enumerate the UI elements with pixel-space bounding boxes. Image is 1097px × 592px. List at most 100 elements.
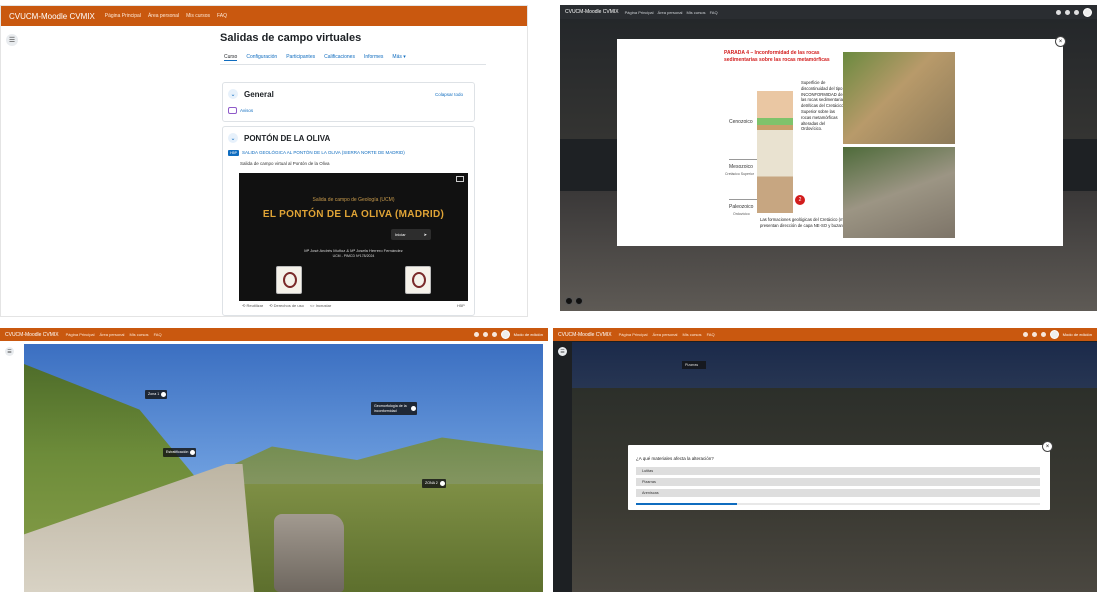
tabs-divider	[220, 64, 486, 65]
site-brand[interactable]: CVUCM-Moodle CVMIX	[5, 332, 59, 338]
embed-button[interactable]: <> Incrustar	[310, 303, 331, 308]
nav-link-my-courses[interactable]: Mis cursos	[186, 13, 210, 19]
nav-link-my-courses[interactable]: Mis cursos	[682, 332, 701, 337]
h5p-presentation[interactable]: Salida de campo de Geología (UCM) EL PON…	[239, 173, 468, 301]
nav-link-faq[interactable]: FAQ	[217, 13, 227, 19]
era-label-cenozoic: Cenozoico	[729, 119, 753, 125]
avatar[interactable]	[500, 330, 510, 339]
close-quiz-button[interactable]: ×	[1042, 441, 1053, 452]
hotspot-label: Geomorfología de la inconformidad	[374, 404, 407, 413]
nav-link-dashboard[interactable]: Área personal	[653, 332, 678, 337]
nav-link-home[interactable]: Página Principal	[105, 13, 141, 19]
tab-more[interactable]: Más ▾	[392, 54, 405, 61]
course-index-toggle[interactable]: ☰	[558, 347, 567, 356]
faculty-seal-logo	[405, 266, 431, 294]
menu-icon: ☰	[560, 348, 565, 355]
close-modal-button[interactable]: ×	[1055, 36, 1066, 47]
section-general: ⌄ General Colapsar todo Avisos	[222, 82, 475, 122]
search-icon[interactable]	[1056, 9, 1061, 15]
close-icon: ×	[1045, 443, 1050, 450]
quiz-panel: CVUCM-Moodle CVMIX Página Principal Área…	[553, 328, 1097, 592]
tab-settings[interactable]: Configuración	[246, 54, 277, 61]
course-page-panel: CVUCM-Moodle CVMIX Página Principal Área…	[0, 5, 528, 317]
outcrop-photo-bottom	[843, 147, 955, 238]
quiz-question: ¿A qué materiales afecta la alteración?	[636, 456, 714, 461]
era-sublabel-mesozoic: Cretácico Superior	[725, 172, 754, 176]
course-index-toggle[interactable]: ☰	[6, 34, 18, 46]
site-brand[interactable]: CVUCM-Moodle CVMIX	[9, 12, 95, 21]
hotspot-zone-1[interactable]: Zona 1	[145, 390, 168, 399]
arrow-icon	[439, 480, 445, 486]
notification-icon[interactable]	[482, 332, 488, 337]
nav-link-home[interactable]: Página Principal	[619, 332, 648, 337]
forum-link[interactable]: Avisos	[240, 108, 253, 113]
scene-hotspot-tag[interactable]: Pizarras	[682, 361, 707, 369]
site-brand[interactable]: CVUCM-Moodle CVMIX	[565, 9, 619, 15]
forum-icon	[228, 107, 237, 114]
menu-icon: ☰	[8, 37, 16, 44]
course-index-toggle[interactable]: ☰	[5, 347, 14, 356]
stop-title: PARADA 4 – Inconformidad de las rocas se…	[724, 50, 830, 63]
message-icon[interactable]	[1074, 9, 1079, 15]
hotspot-geomorphology[interactable]: Geomorfología de la inconformidad	[371, 402, 417, 415]
section-title: PONTÓN DE LA OLIVA	[244, 134, 331, 143]
edit-mode-label[interactable]: Modo de edición	[514, 332, 543, 337]
reuse-button[interactable]: ⟲ Reutilizar	[242, 303, 263, 308]
panorama-panel: CVUCM-Moodle CVMIX Página Principal Área…	[0, 328, 548, 592]
course-tabs: Curso Configuración Participantes Califi…	[224, 54, 406, 61]
section-collapse-toggle[interactable]: ⌄	[228, 89, 238, 99]
hotspot-zone-2[interactable]: ZONA 2	[422, 479, 446, 488]
top-navbar: CVUCM-Moodle CVMIX Página Principal Área…	[1, 6, 527, 26]
unconformity-description: Superficie de discontinuidad del tipo IN…	[801, 80, 845, 132]
search-icon[interactable]	[1022, 332, 1028, 337]
top-navbar: CVUCM-Moodle CVMIX Página Principal Área…	[560, 5, 1097, 19]
nav-link-dashboard[interactable]: Área personal	[658, 10, 683, 15]
nav-link-faq[interactable]: FAQ	[707, 332, 715, 337]
notification-icon[interactable]	[1065, 9, 1070, 15]
hotspot-label: ZONA 2	[425, 481, 438, 485]
nav-link-dashboard[interactable]: Área personal	[100, 332, 125, 337]
nav-link-dashboard[interactable]: Área personal	[148, 13, 179, 19]
notification-icon[interactable]	[1031, 332, 1037, 337]
panorama-view[interactable]: Zona 1 Estratificación Geomorfología de …	[24, 344, 543, 592]
message-icon[interactable]	[491, 332, 497, 337]
nav-link-home[interactable]: Página Principal	[625, 10, 654, 15]
tab-grades[interactable]: Calificaciones	[324, 54, 355, 61]
start-button[interactable]: Iniciar ➤	[391, 229, 431, 240]
nav-link-my-courses[interactable]: Mis cursos	[129, 332, 148, 337]
nav-link-faq[interactable]: FAQ	[710, 10, 718, 15]
stratigraphic-column	[757, 91, 793, 213]
pano-boulder	[274, 514, 344, 592]
quiz-progress-fill	[636, 503, 737, 505]
avatar[interactable]	[1049, 330, 1059, 339]
rights-button[interactable]: ⟲ Derechos de uso	[269, 303, 304, 308]
nav-link-home[interactable]: Página Principal	[66, 332, 95, 337]
search-icon[interactable]	[473, 332, 479, 337]
tab-course[interactable]: Curso	[224, 54, 238, 61]
edit-mode-label[interactable]: Modo de edición	[1063, 332, 1092, 337]
next-scene-button[interactable]	[575, 297, 583, 305]
tab-reports[interactable]: Informes	[364, 54, 383, 61]
quiz-option[interactable]: Areniscas	[636, 489, 1040, 497]
activity-link[interactable]: SALIDA GEOLÓGICA AL PONTÓN DE LA OLIVA (…	[242, 150, 405, 155]
nav-link-faq[interactable]: FAQ	[154, 332, 162, 337]
h5p-activity-icon: H5P	[228, 150, 239, 156]
quiz-progress-bar	[636, 503, 1040, 505]
message-icon[interactable]	[1040, 332, 1046, 337]
fullscreen-icon[interactable]	[456, 176, 464, 182]
avatar[interactable]	[1083, 7, 1092, 17]
collapse-all-link[interactable]: Colapsar todo	[435, 92, 463, 97]
nav-link-my-courses[interactable]: Mis cursos	[686, 10, 705, 15]
quiz-option[interactable]: Lutitas	[636, 467, 1040, 475]
start-button-label: Iniciar	[395, 232, 406, 237]
hotspot-stratification[interactable]: Estratificación	[163, 448, 197, 457]
top-navbar: CVUCM-Moodle CVMIX Página Principal Área…	[0, 328, 548, 341]
section-collapse-toggle[interactable]: ⌄	[228, 133, 238, 143]
quiz-option[interactable]: Pizarras	[636, 478, 1040, 486]
prev-scene-button[interactable]	[565, 297, 573, 305]
info-icon	[411, 406, 416, 411]
tab-participants[interactable]: Participantes	[286, 54, 315, 61]
slide-project-code: UCM - PIMCD Nº178/2024	[332, 254, 375, 258]
h5p-footer-actions: ⟲ Reutilizar ⟲ Derechos de uso <> Incrus…	[242, 303, 331, 308]
site-brand[interactable]: CVUCM-Moodle CVMIX	[558, 332, 612, 338]
